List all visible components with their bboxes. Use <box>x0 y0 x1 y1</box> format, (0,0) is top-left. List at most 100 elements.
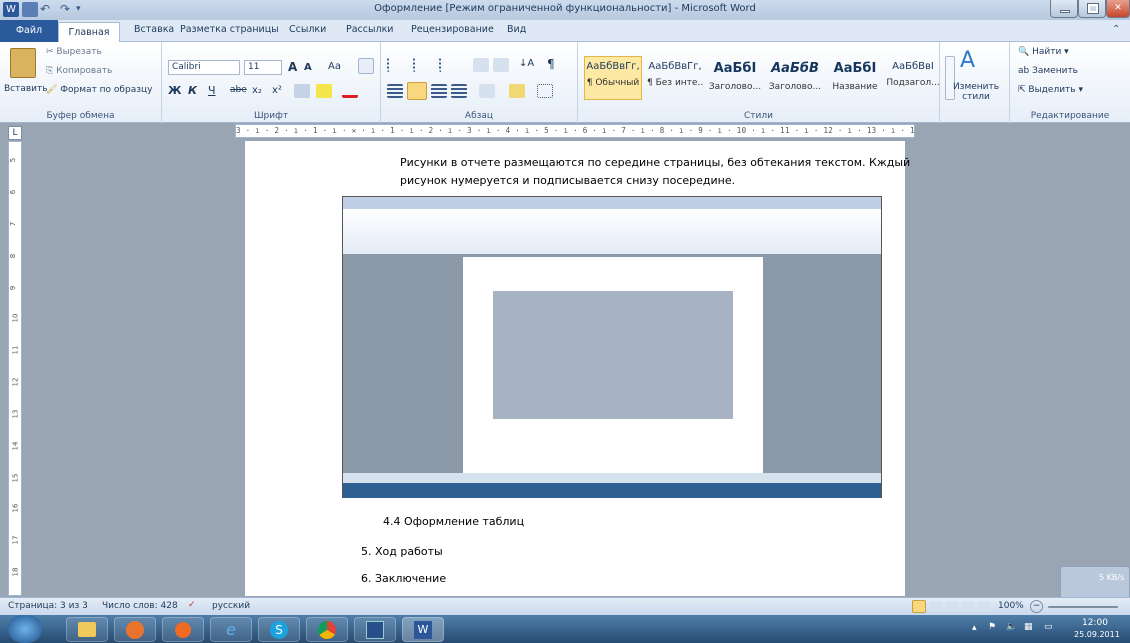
bold-button[interactable]: Ж <box>168 84 181 97</box>
tab-home[interactable]: Главная <box>58 22 120 43</box>
vruler-tick: 8 <box>9 253 18 259</box>
tab-mailings[interactable]: Рассылки <box>346 24 393 35</box>
heading-6: 6. Заключение <box>361 572 447 585</box>
display-icon[interactable]: ▭ <box>1044 622 1053 632</box>
numbering-icon[interactable] <box>413 58 431 72</box>
volume-icon[interactable]: 🔈 <box>1006 622 1017 632</box>
spellcheck-icon[interactable]: ✓ <box>188 600 196 610</box>
zoom-slider[interactable] <box>1048 606 1118 608</box>
zoom-out-icon[interactable]: − <box>1030 600 1043 613</box>
tab-references[interactable]: Ссылки <box>289 24 326 35</box>
bullets-icon[interactable] <box>387 58 405 72</box>
sort-icon[interactable]: ↓A <box>519 58 534 69</box>
style-normal[interactable]: АаБбВвГг, ¶ Обычный <box>584 56 642 100</box>
firefox-taskbar-icon[interactable] <box>114 617 156 642</box>
word-count[interactable]: Число слов: 428 <box>102 601 178 611</box>
find-button[interactable]: 🔍 Найти ▾ <box>1018 47 1069 57</box>
line-spacing-icon[interactable] <box>479 84 495 98</box>
tab-view[interactable]: Вид <box>507 24 526 35</box>
clock-time[interactable]: 12:00 <box>1082 618 1108 628</box>
ribbon: Вставить ✂ Вырезать ⎘ Копировать 🖌 Форма… <box>0 42 1130 123</box>
font-color-icon[interactable] <box>342 84 358 98</box>
tab-file[interactable]: Файл <box>0 20 58 42</box>
highlight-icon[interactable] <box>316 84 332 98</box>
format-painter-button[interactable]: 🖌 Формат по образцу <box>46 85 152 95</box>
minimize-button[interactable] <box>1050 0 1078 18</box>
explorer-taskbar-icon[interactable] <box>66 617 108 642</box>
cut-button[interactable]: ✂ Вырезать <box>46 47 102 57</box>
copy-icon: ⎘ <box>46 66 57 76</box>
print-layout-view-icon[interactable] <box>912 600 926 613</box>
language-indicator[interactable]: русский <box>212 601 250 611</box>
align-right-icon[interactable] <box>431 84 447 98</box>
increase-indent-icon[interactable] <box>493 58 509 72</box>
draft-view-icon[interactable] <box>978 601 990 612</box>
network-speed-label: 5 KB/s <box>1099 573 1125 582</box>
tab-insert[interactable]: Вставка <box>134 24 174 35</box>
tab-selector-button[interactable]: L <box>8 126 22 140</box>
tab-page-layout[interactable]: Разметка страницы <box>180 24 279 35</box>
start-button[interactable] <box>8 615 42 643</box>
decrease-indent-icon[interactable] <box>473 58 489 72</box>
brush-icon: 🖌 <box>46 85 61 95</box>
justify-icon[interactable] <box>451 84 467 98</box>
strikethrough-button[interactable]: abe <box>230 85 247 95</box>
paragraph-group: ↓A ¶ Абзац <box>381 42 578 123</box>
superscript-button[interactable]: x² <box>272 85 282 96</box>
italic-button[interactable]: К <box>188 84 197 97</box>
style-no-spacing[interactable]: АаБбВвГг, ¶ Без инте... <box>646 56 704 100</box>
page-count[interactable]: Страница: 3 из 3 <box>8 601 88 611</box>
ie-taskbar-icon[interactable]: e <box>210 617 252 642</box>
network-icon[interactable]: ▦ <box>1024 622 1033 632</box>
horizontal-ruler[interactable]: 3 · ı · 2 · ı · 1 · ı · ✕ · ı · 1 · ı · … <box>235 124 915 138</box>
collapse-ribbon-icon[interactable]: ⌃ <box>1112 24 1120 35</box>
full-screen-view-icon[interactable] <box>930 601 942 612</box>
clear-format-icon[interactable] <box>358 58 374 74</box>
tray-arrow-icon[interactable]: ▴ <box>972 623 977 633</box>
multilevel-list-icon[interactable] <box>439 58 457 72</box>
style-heading-1[interactable]: АаБбІ Заголово... <box>706 56 764 100</box>
subscript-button[interactable]: x₂ <box>252 85 262 96</box>
paste-button[interactable]: Вставить <box>4 84 48 94</box>
underline-button[interactable]: Ч <box>208 84 216 97</box>
borders-icon[interactable] <box>537 84 553 98</box>
app-taskbar-icon[interactable] <box>354 617 396 642</box>
flag-icon[interactable]: ⚑ <box>988 622 996 632</box>
word-taskbar-icon[interactable]: W <box>402 617 444 642</box>
paste-icon[interactable] <box>10 48 36 78</box>
outline-view-icon[interactable] <box>962 601 974 612</box>
align-left-icon[interactable] <box>387 84 403 98</box>
embedded-screenshot-image <box>342 196 882 498</box>
close-button[interactable]: ✕ <box>1106 0 1130 18</box>
shading-icon[interactable] <box>509 84 525 98</box>
change-styles-button[interactable]: Изменить стили <box>948 82 1004 102</box>
shrink-font-button[interactable]: A <box>304 62 312 73</box>
grow-font-button[interactable]: A <box>288 60 297 74</box>
binoculars-icon: 🔍 <box>1018 47 1033 57</box>
tab-review[interactable]: Рецензирование <box>411 24 494 35</box>
chrome-taskbar-icon[interactable] <box>306 617 348 642</box>
maximize-button[interactable] <box>1078 0 1106 18</box>
font-name-combo[interactable]: Calibri <box>168 60 240 75</box>
select-button[interactable]: ⇱ Выделить ▾ <box>1018 85 1083 95</box>
skype-taskbar-icon[interactable]: S <box>258 617 300 642</box>
status-bar: Страница: 3 из 3 Число слов: 428 ✓ русск… <box>0 597 1130 615</box>
style-heading-2[interactable]: АаБбВ Заголово... <box>766 56 824 100</box>
zoom-level[interactable]: 100% <box>998 601 1024 611</box>
cursor-icon: ⇱ <box>1018 85 1029 95</box>
clock-date[interactable]: 25.09.2011 <box>1074 630 1120 639</box>
change-case-button[interactable]: Aa <box>328 61 341 72</box>
replace-button[interactable]: ab Заменить <box>1018 66 1078 76</box>
web-view-icon[interactable] <box>946 601 958 612</box>
vruler-tick: 10 <box>11 313 20 323</box>
align-center-icon[interactable] <box>407 82 427 100</box>
text-effects-icon[interactable] <box>294 84 310 98</box>
style-title[interactable]: АаБбІ Название <box>826 56 884 100</box>
font-size-combo[interactable]: 11 <box>244 60 282 75</box>
vruler-tick: 7 <box>9 221 18 227</box>
show-marks-icon[interactable]: ¶ <box>547 57 555 71</box>
copy-button[interactable]: ⎘ Копировать <box>46 66 112 76</box>
media-player-taskbar-icon[interactable] <box>162 617 204 642</box>
style-subtitle[interactable]: АаБбВвІ Подзагол... <box>884 56 942 100</box>
vertical-ruler[interactable]: 5 6 7 8 9 10 11 12 13 14 15 16 17 18 <box>8 141 22 596</box>
